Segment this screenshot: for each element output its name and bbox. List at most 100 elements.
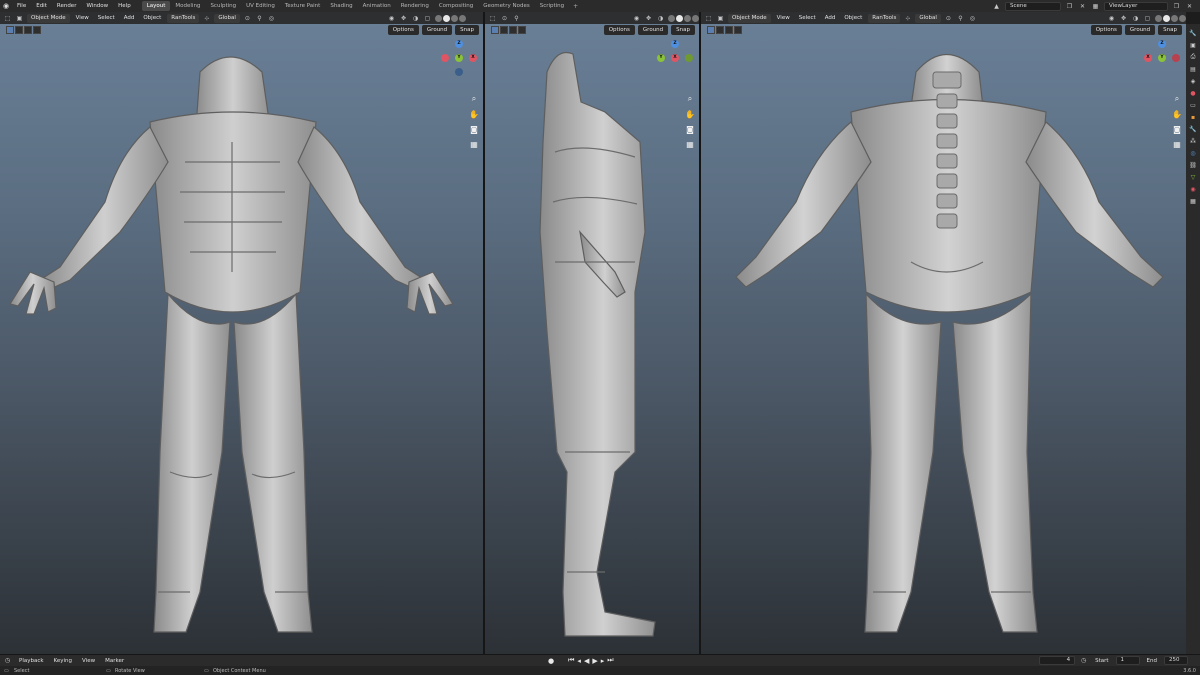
menu-object[interactable]: Object xyxy=(841,15,865,21)
tab-geometry-nodes[interactable]: Geometry Nodes xyxy=(478,1,534,11)
current-frame-field[interactable]: 4 xyxy=(1039,656,1076,665)
menu-add[interactable]: Add xyxy=(121,15,138,21)
menu-help[interactable]: Help xyxy=(113,3,136,9)
orientation-dropdown[interactable]: Global xyxy=(915,13,941,23)
view-layer-tab-icon[interactable]: ▤ xyxy=(1188,64,1198,74)
play-icon[interactable]: ▶ xyxy=(592,657,597,665)
new-scene-icon[interactable]: ❐ xyxy=(1065,2,1074,11)
tab-animation[interactable]: Animation xyxy=(358,1,396,11)
jump-start-icon[interactable]: ⏮ xyxy=(568,656,574,665)
shading-buttons[interactable] xyxy=(435,14,466,22)
mode-dropdown[interactable]: Object Mode xyxy=(728,13,771,23)
play-reverse-icon[interactable]: ◀ xyxy=(584,657,589,665)
blender-logo-icon[interactable]: ◉ xyxy=(0,0,12,12)
marker-menu[interactable]: Marker xyxy=(102,658,127,664)
overlay-toggle-icon[interactable]: ◑ xyxy=(411,14,420,23)
menu-select[interactable]: Select xyxy=(95,15,118,21)
menu-window[interactable]: Window xyxy=(81,3,113,9)
visibility-icon[interactable]: ◉ xyxy=(632,14,641,23)
gizmo-toggle-icon[interactable]: ✥ xyxy=(399,14,408,23)
overlay-toggle-icon[interactable]: ◑ xyxy=(656,14,665,23)
data-tab-icon[interactable]: ▽ xyxy=(1188,172,1198,182)
playback-menu[interactable]: Playback xyxy=(16,658,47,664)
snap-toggle-icon[interactable]: ⚲ xyxy=(512,14,521,23)
menu-add[interactable]: Add xyxy=(822,15,839,21)
tab-rendering[interactable]: Rendering xyxy=(396,1,434,11)
xray-icon[interactable]: ▢ xyxy=(423,14,432,23)
pivot-icon[interactable]: ⊙ xyxy=(243,14,252,23)
keying-menu[interactable]: Keying xyxy=(51,658,75,664)
gizmo-toggle-icon[interactable]: ✥ xyxy=(644,14,653,23)
proportional-icon[interactable]: ◎ xyxy=(968,14,977,23)
menu-view[interactable]: View xyxy=(73,15,92,21)
shading-buttons[interactable] xyxy=(1155,14,1186,22)
output-tab-icon[interactable]: ⎙ xyxy=(1188,52,1198,62)
delete-scene-icon[interactable]: ✕ xyxy=(1078,2,1087,11)
mode-dropdown[interactable]: Object Mode xyxy=(27,13,70,23)
menu-select[interactable]: Select xyxy=(796,15,819,21)
orientation-dropdown[interactable]: Global xyxy=(214,13,240,23)
scene-selector[interactable]: Scene xyxy=(1005,1,1061,11)
start-frame-field[interactable]: 1 xyxy=(1115,656,1140,665)
overlay-toggle-icon[interactable]: ◑ xyxy=(1131,14,1140,23)
render-tab-icon[interactable]: ▣ xyxy=(1188,40,1198,50)
delete-view-layer-icon[interactable]: ✕ xyxy=(1185,2,1194,11)
snap-toggle-icon[interactable]: ⚲ xyxy=(956,14,965,23)
menu-object[interactable]: Object xyxy=(140,15,164,21)
model-side-view[interactable] xyxy=(485,32,699,654)
model-front-view[interactable] xyxy=(0,32,483,654)
scene-tab-icon[interactable]: ◈ xyxy=(1188,76,1198,86)
constraints-tab-icon[interactable]: ⛓ xyxy=(1188,160,1198,170)
timeline-editor-icon[interactable]: ◷ xyxy=(3,656,12,665)
tab-shading[interactable]: Shading xyxy=(325,1,357,11)
next-keyframe-icon[interactable]: ▸ xyxy=(601,657,605,665)
tab-texture-paint[interactable]: Texture Paint xyxy=(280,1,326,11)
prev-keyframe-icon[interactable]: ◂ xyxy=(577,657,581,665)
editor-type-icon[interactable]: ⬚ xyxy=(3,14,12,23)
particles-tab-icon[interactable]: ⁂ xyxy=(1188,136,1198,146)
end-frame-field[interactable]: 250 xyxy=(1164,656,1188,665)
record-icon[interactable]: ● xyxy=(548,657,554,665)
editor-type-icon[interactable]: ⬚ xyxy=(704,14,713,23)
material-tab-icon[interactable]: ◉ xyxy=(1188,184,1198,194)
snap-toggle-icon[interactable]: ⚲ xyxy=(255,14,264,23)
tab-sculpting[interactable]: Sculpting xyxy=(205,1,241,11)
pivot-icon[interactable]: ⊙ xyxy=(500,14,509,23)
texture-tab-icon[interactable]: ▦ xyxy=(1188,196,1198,206)
tab-uv-editing[interactable]: UV Editing xyxy=(241,1,280,11)
gizmo-toggle-icon[interactable]: ✥ xyxy=(1119,14,1128,23)
tab-layout[interactable]: Layout xyxy=(141,1,171,11)
menu-rantools[interactable]: RanTools xyxy=(868,13,901,23)
viewport-side[interactable]: ⬚ ⊙ ⚲ ◉ ✥ ◑ Options Ground Snap Z Y X ⌕ … xyxy=(485,12,699,654)
collection-tab-icon[interactable]: ▭ xyxy=(1188,100,1198,110)
pivot-icon[interactable]: ⊙ xyxy=(944,14,953,23)
view-menu[interactable]: View xyxy=(79,658,98,664)
add-workspace-icon[interactable]: + xyxy=(569,3,582,10)
editor-type-icon[interactable]: ⬚ xyxy=(488,14,497,23)
preview-range-icon[interactable]: ◷ xyxy=(1079,656,1088,665)
menu-rantools[interactable]: RanTools xyxy=(167,13,200,23)
world-tab-icon[interactable]: ● xyxy=(1188,88,1198,98)
view-layer-selector[interactable]: ViewLayer xyxy=(1104,1,1168,11)
physics-tab-icon[interactable]: ◎ xyxy=(1188,148,1198,158)
tab-modeling[interactable]: Modeling xyxy=(170,1,205,11)
model-back-view[interactable] xyxy=(701,32,1186,654)
shading-buttons[interactable] xyxy=(668,14,699,22)
menu-view[interactable]: View xyxy=(774,15,793,21)
tab-scripting[interactable]: Scripting xyxy=(535,1,569,11)
menu-file[interactable]: File xyxy=(12,3,31,9)
tool-tab-icon[interactable]: 🔧 xyxy=(1188,28,1198,38)
menu-render[interactable]: Render xyxy=(52,3,82,9)
object-tab-icon[interactable]: ▪ xyxy=(1188,112,1198,122)
visibility-icon[interactable]: ◉ xyxy=(387,14,396,23)
xray-icon[interactable]: ▢ xyxy=(1143,14,1152,23)
proportional-icon[interactable]: ◎ xyxy=(267,14,276,23)
menu-edit[interactable]: Edit xyxy=(31,3,52,9)
viewport-back[interactable]: ⬚ ▣ Object Mode View Select Add Object R… xyxy=(701,12,1186,654)
tab-compositing[interactable]: Compositing xyxy=(434,1,478,11)
modifier-tab-icon[interactable]: 🔧 xyxy=(1188,124,1198,134)
jump-end-icon[interactable]: ⏭ xyxy=(607,656,613,665)
new-view-layer-icon[interactable]: ❐ xyxy=(1172,2,1181,11)
viewport-front[interactable]: ⬚ ▣ Object Mode View Select Add Object R… xyxy=(0,12,483,654)
visibility-icon[interactable]: ◉ xyxy=(1107,14,1116,23)
